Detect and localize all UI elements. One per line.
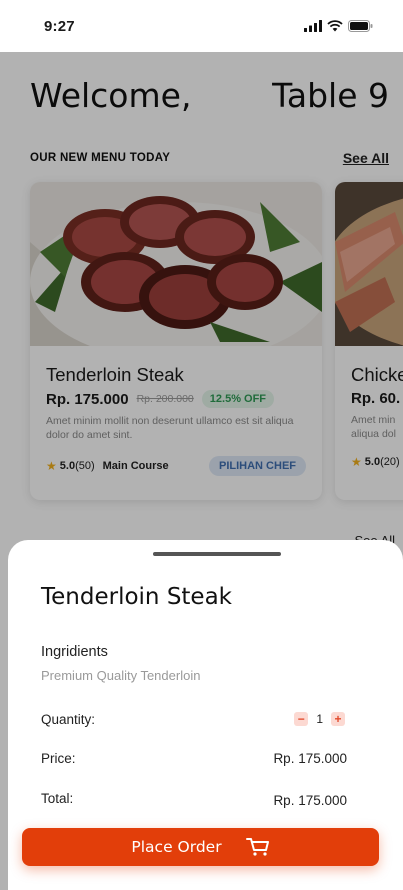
ingredients-value: Premium Quality Tenderloin [41, 668, 201, 683]
order-bottom-sheet: Tenderloin Steak Ingridients Premium Qua… [8, 540, 403, 890]
sheet-drag-handle[interactable] [153, 552, 281, 556]
place-order-button[interactable]: Place Order [22, 828, 379, 866]
quantity-value: 1 [316, 712, 323, 726]
price-value: Rp. 175.000 [273, 751, 347, 766]
place-order-label: Place Order [131, 838, 222, 856]
signal-icon [304, 20, 322, 32]
price-label: Price: [41, 751, 76, 766]
wifi-icon [327, 20, 343, 32]
cart-icon [245, 838, 269, 856]
sheet-title: Tenderloin Steak [41, 584, 232, 610]
status-icons [304, 20, 373, 32]
quantity-label: Quantity: [41, 712, 96, 727]
increase-button[interactable]: + [331, 712, 345, 726]
ingredients-label: Ingridients [41, 644, 108, 660]
total-label: Total: [41, 791, 74, 806]
status-bar: 9:27 [0, 0, 403, 52]
total-value: Rp. 175.000 [273, 793, 347, 808]
quantity-stepper: − 1 + [294, 712, 345, 726]
battery-icon [348, 20, 373, 32]
status-time: 9:27 [44, 17, 75, 35]
decrease-button[interactable]: − [294, 712, 309, 726]
